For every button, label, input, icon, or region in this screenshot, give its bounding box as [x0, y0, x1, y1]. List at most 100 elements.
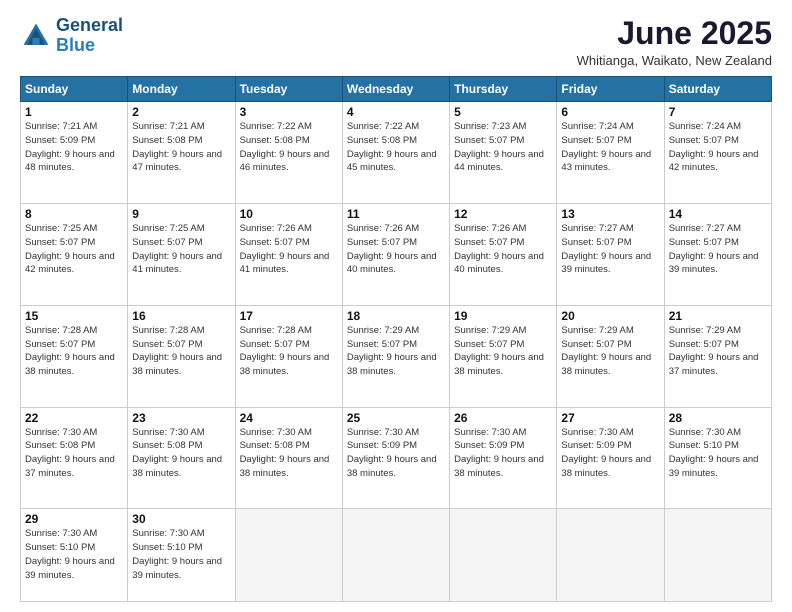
- table-row: 14Sunrise: 7:27 AMSunset: 5:07 PMDayligh…: [664, 204, 771, 306]
- day-info: Sunrise: 7:25 AMSunset: 5:07 PMDaylight:…: [132, 222, 230, 277]
- table-row: 17Sunrise: 7:28 AMSunset: 5:07 PMDayligh…: [235, 305, 342, 407]
- day-number: 4: [347, 105, 445, 119]
- table-row: 3Sunrise: 7:22 AMSunset: 5:08 PMDaylight…: [235, 102, 342, 204]
- day-number: 28: [669, 411, 767, 425]
- day-number: 3: [240, 105, 338, 119]
- day-info: Sunrise: 7:29 AMSunset: 5:07 PMDaylight:…: [347, 324, 445, 379]
- day-info: Sunrise: 7:25 AMSunset: 5:07 PMDaylight:…: [25, 222, 123, 277]
- table-row: 1Sunrise: 7:21 AMSunset: 5:09 PMDaylight…: [21, 102, 128, 204]
- day-number: 12: [454, 207, 552, 221]
- day-info: Sunrise: 7:24 AMSunset: 5:07 PMDaylight:…: [669, 120, 767, 175]
- day-number: 24: [240, 411, 338, 425]
- day-number: 21: [669, 309, 767, 323]
- day-number: 5: [454, 105, 552, 119]
- day-number: 19: [454, 309, 552, 323]
- table-row: 20Sunrise: 7:29 AMSunset: 5:07 PMDayligh…: [557, 305, 664, 407]
- calendar-week-row: 1Sunrise: 7:21 AMSunset: 5:09 PMDaylight…: [21, 102, 772, 204]
- month-title: June 2025: [577, 16, 772, 51]
- title-area: June 2025 Whitianga, Waikato, New Zealan…: [577, 16, 772, 68]
- day-info: Sunrise: 7:22 AMSunset: 5:08 PMDaylight:…: [240, 120, 338, 175]
- day-info: Sunrise: 7:30 AMSunset: 5:09 PMDaylight:…: [561, 426, 659, 481]
- day-number: 17: [240, 309, 338, 323]
- calendar-week-row: 15Sunrise: 7:28 AMSunset: 5:07 PMDayligh…: [21, 305, 772, 407]
- day-info: Sunrise: 7:29 AMSunset: 5:07 PMDaylight:…: [454, 324, 552, 379]
- table-row: 15Sunrise: 7:28 AMSunset: 5:07 PMDayligh…: [21, 305, 128, 407]
- calendar-header-row: Sunday Monday Tuesday Wednesday Thursday…: [21, 77, 772, 102]
- day-info: Sunrise: 7:30 AMSunset: 5:08 PMDaylight:…: [25, 426, 123, 481]
- day-number: 30: [132, 512, 230, 526]
- day-info: Sunrise: 7:26 AMSunset: 5:07 PMDaylight:…: [347, 222, 445, 277]
- day-number: 1: [25, 105, 123, 119]
- col-tuesday: Tuesday: [235, 77, 342, 102]
- day-number: 11: [347, 207, 445, 221]
- table-row: 4Sunrise: 7:22 AMSunset: 5:08 PMDaylight…: [342, 102, 449, 204]
- table-row: [664, 509, 771, 602]
- col-saturday: Saturday: [664, 77, 771, 102]
- logo-general: General: [56, 15, 123, 35]
- day-number: 13: [561, 207, 659, 221]
- day-number: 27: [561, 411, 659, 425]
- table-row: 26Sunrise: 7:30 AMSunset: 5:09 PMDayligh…: [450, 407, 557, 509]
- day-number: 10: [240, 207, 338, 221]
- day-number: 16: [132, 309, 230, 323]
- table-row: 13Sunrise: 7:27 AMSunset: 5:07 PMDayligh…: [557, 204, 664, 306]
- table-row: 12Sunrise: 7:26 AMSunset: 5:07 PMDayligh…: [450, 204, 557, 306]
- day-info: Sunrise: 7:26 AMSunset: 5:07 PMDaylight:…: [454, 222, 552, 277]
- table-row: 2Sunrise: 7:21 AMSunset: 5:08 PMDaylight…: [128, 102, 235, 204]
- day-number: 7: [669, 105, 767, 119]
- day-info: Sunrise: 7:30 AMSunset: 5:08 PMDaylight:…: [132, 426, 230, 481]
- calendar-week-row: 8Sunrise: 7:25 AMSunset: 5:07 PMDaylight…: [21, 204, 772, 306]
- table-row: 8Sunrise: 7:25 AMSunset: 5:07 PMDaylight…: [21, 204, 128, 306]
- day-info: Sunrise: 7:24 AMSunset: 5:07 PMDaylight:…: [561, 120, 659, 175]
- day-info: Sunrise: 7:28 AMSunset: 5:07 PMDaylight:…: [132, 324, 230, 379]
- table-row: [450, 509, 557, 602]
- logo: General Blue: [20, 16, 123, 56]
- day-info: Sunrise: 7:30 AMSunset: 5:09 PMDaylight:…: [347, 426, 445, 481]
- table-row: 7Sunrise: 7:24 AMSunset: 5:07 PMDaylight…: [664, 102, 771, 204]
- day-info: Sunrise: 7:30 AMSunset: 5:10 PMDaylight:…: [25, 527, 123, 582]
- day-number: 29: [25, 512, 123, 526]
- calendar-week-row: 22Sunrise: 7:30 AMSunset: 5:08 PMDayligh…: [21, 407, 772, 509]
- day-number: 22: [25, 411, 123, 425]
- day-info: Sunrise: 7:23 AMSunset: 5:07 PMDaylight:…: [454, 120, 552, 175]
- day-number: 14: [669, 207, 767, 221]
- logo-blue: Blue: [56, 35, 95, 55]
- table-row: 9Sunrise: 7:25 AMSunset: 5:07 PMDaylight…: [128, 204, 235, 306]
- day-info: Sunrise: 7:28 AMSunset: 5:07 PMDaylight:…: [25, 324, 123, 379]
- day-number: 9: [132, 207, 230, 221]
- table-row: [342, 509, 449, 602]
- day-info: Sunrise: 7:29 AMSunset: 5:07 PMDaylight:…: [669, 324, 767, 379]
- table-row: 11Sunrise: 7:26 AMSunset: 5:07 PMDayligh…: [342, 204, 449, 306]
- day-number: 20: [561, 309, 659, 323]
- table-row: [557, 509, 664, 602]
- day-info: Sunrise: 7:22 AMSunset: 5:08 PMDaylight:…: [347, 120, 445, 175]
- table-row: 19Sunrise: 7:29 AMSunset: 5:07 PMDayligh…: [450, 305, 557, 407]
- day-number: 26: [454, 411, 552, 425]
- table-row: 29Sunrise: 7:30 AMSunset: 5:10 PMDayligh…: [21, 509, 128, 602]
- day-info: Sunrise: 7:30 AMSunset: 5:09 PMDaylight:…: [454, 426, 552, 481]
- table-row: [235, 509, 342, 602]
- col-monday: Monday: [128, 77, 235, 102]
- day-number: 18: [347, 309, 445, 323]
- day-number: 8: [25, 207, 123, 221]
- table-row: 28Sunrise: 7:30 AMSunset: 5:10 PMDayligh…: [664, 407, 771, 509]
- location-subtitle: Whitianga, Waikato, New Zealand: [577, 53, 772, 68]
- col-thursday: Thursday: [450, 77, 557, 102]
- day-number: 6: [561, 105, 659, 119]
- day-info: Sunrise: 7:30 AMSunset: 5:10 PMDaylight:…: [669, 426, 767, 481]
- calendar-table: Sunday Monday Tuesday Wednesday Thursday…: [20, 76, 772, 602]
- table-row: 27Sunrise: 7:30 AMSunset: 5:09 PMDayligh…: [557, 407, 664, 509]
- table-row: 30Sunrise: 7:30 AMSunset: 5:10 PMDayligh…: [128, 509, 235, 602]
- col-sunday: Sunday: [21, 77, 128, 102]
- table-row: 25Sunrise: 7:30 AMSunset: 5:09 PMDayligh…: [342, 407, 449, 509]
- table-row: 24Sunrise: 7:30 AMSunset: 5:08 PMDayligh…: [235, 407, 342, 509]
- day-number: 25: [347, 411, 445, 425]
- day-info: Sunrise: 7:27 AMSunset: 5:07 PMDaylight:…: [561, 222, 659, 277]
- page: General Blue June 2025 Whitianga, Waikat…: [0, 0, 792, 612]
- table-row: 23Sunrise: 7:30 AMSunset: 5:08 PMDayligh…: [128, 407, 235, 509]
- day-info: Sunrise: 7:21 AMSunset: 5:08 PMDaylight:…: [132, 120, 230, 175]
- day-info: Sunrise: 7:29 AMSunset: 5:07 PMDaylight:…: [561, 324, 659, 379]
- day-number: 23: [132, 411, 230, 425]
- day-number: 2: [132, 105, 230, 119]
- day-info: Sunrise: 7:26 AMSunset: 5:07 PMDaylight:…: [240, 222, 338, 277]
